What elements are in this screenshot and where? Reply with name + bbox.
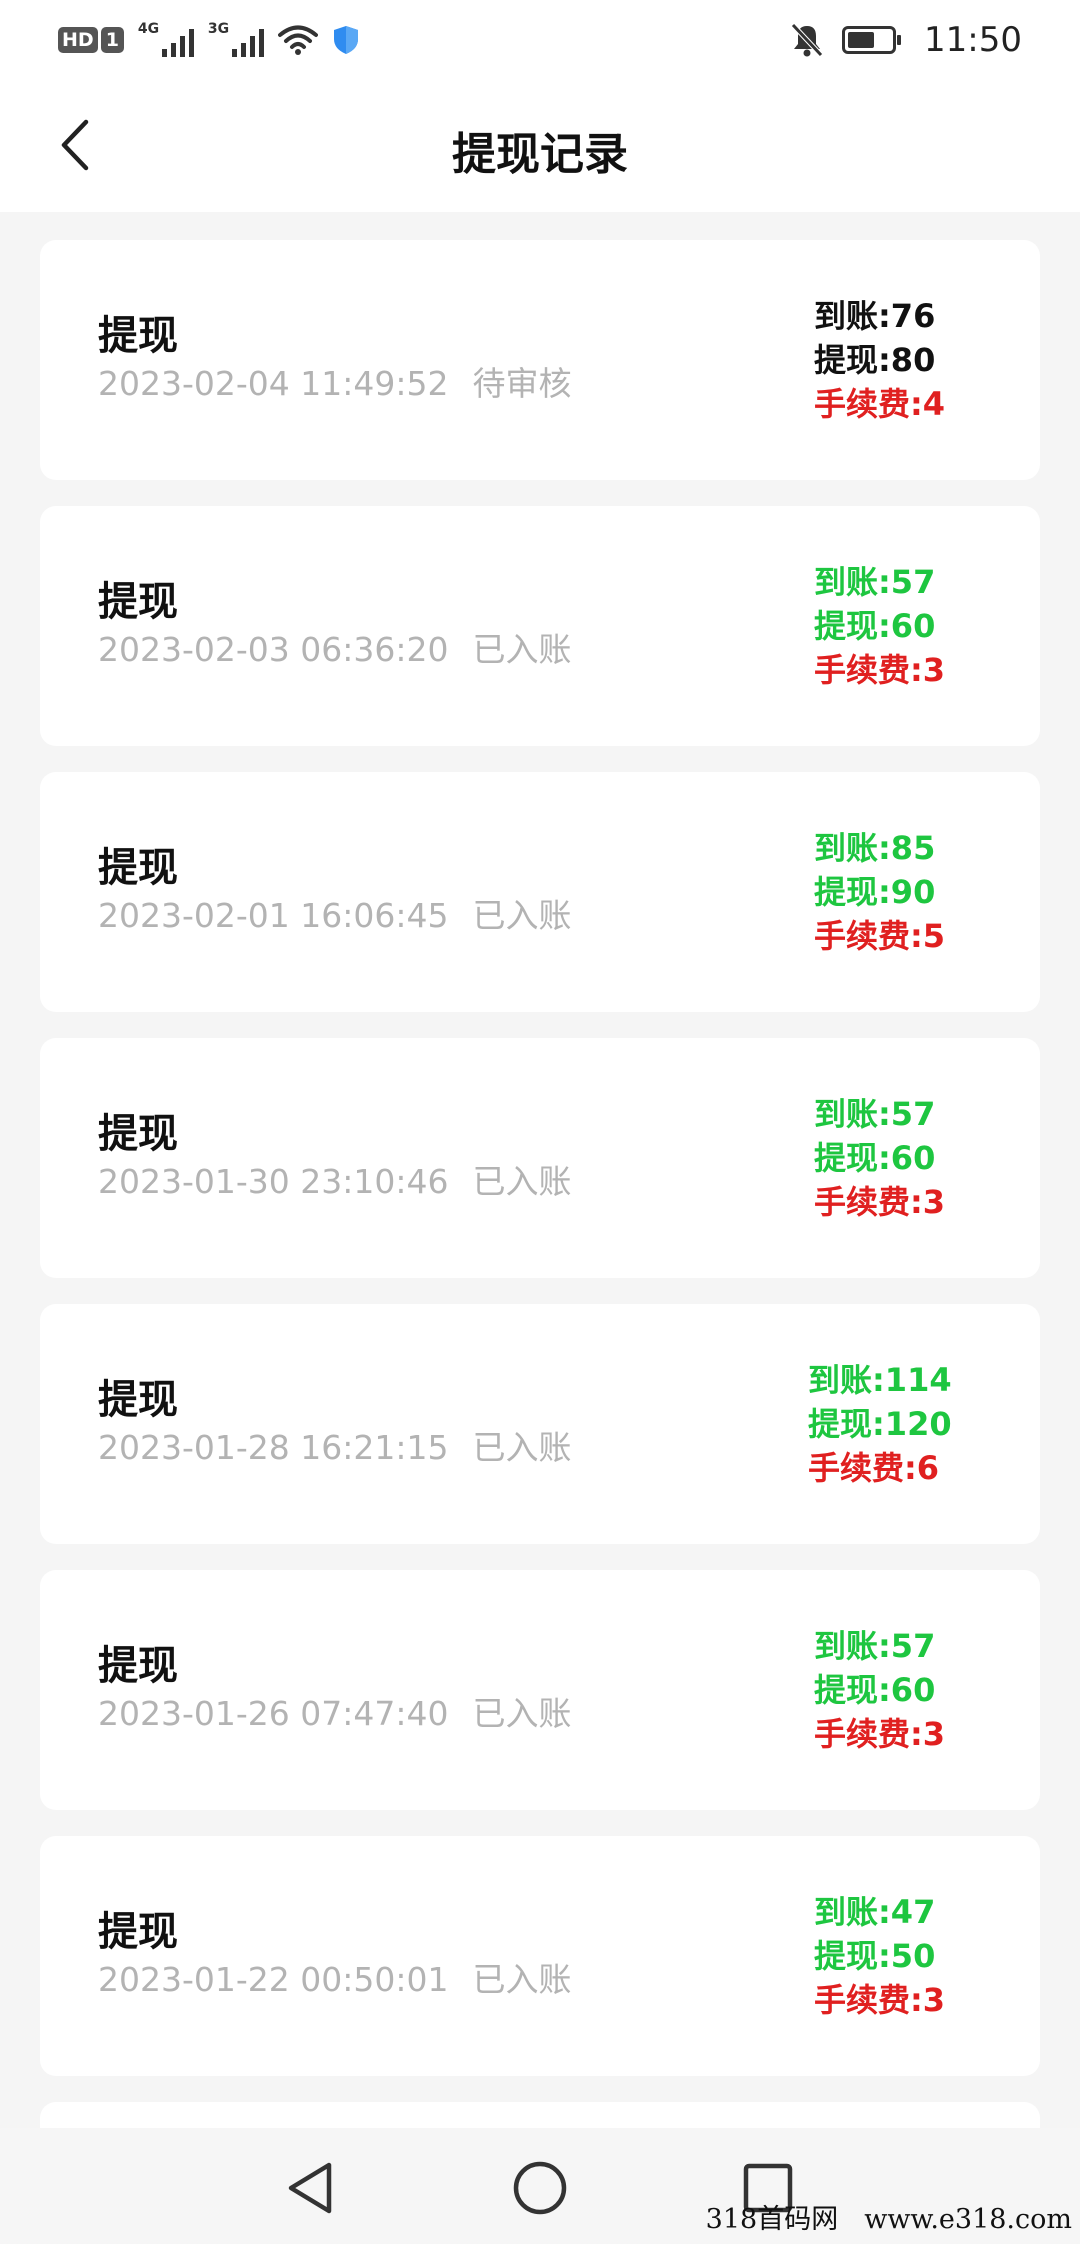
received-amount: 到账:57 [814,563,936,601]
record-datetime: 2023-01-22 00:50:01 [98,1960,449,1999]
signal-3g-icon: 3G [207,21,264,57]
fee-amount: 手续费:6 [808,1449,940,1487]
status-time: 11:50 [924,20,1022,60]
record-type: 提现 [98,579,178,625]
record-datetime: 2023-02-01 16:06:45 [98,896,449,935]
status-bar: HD 1 4G 3G 11:50 [0,0,1080,80]
withdrawn-amount: 提现:60 [814,1671,936,1709]
record-datetime: 2023-01-28 16:21:15 [98,1428,449,1467]
record-type: 提现 [98,1377,178,1423]
withdrawn-amount: 提现:50 [814,1937,936,1975]
page-title: 提现记录 [452,129,628,180]
record-card[interactable]: 提现 2023-02-03 06:36:20 已入账 到账:57 提现:60 手续… [40,506,1040,746]
record-status: 已入账 [472,1960,572,1999]
received-amount: 到账:85 [814,829,936,867]
record-type: 提现 [98,1643,178,1689]
received-amount: 到账:114 [808,1361,952,1399]
watermark-right: www.e318.com [864,2204,1072,2235]
network-label-4g: 4G [137,21,160,37]
received-amount: 到账:57 [814,1095,936,1133]
record-datetime: 2023-01-30 23:10:46 [98,1162,449,1201]
record-card-partial[interactable] [40,2102,1040,2128]
sim-label: 1 [100,27,124,53]
triangle-back-icon [288,2162,332,2214]
record-card[interactable]: 提现 2023-01-28 16:21:15 已入账 到账:114 提现:120 … [40,1304,1040,1544]
received-amount: 到账:47 [814,1893,936,1931]
record-status: 已入账 [472,1694,572,1733]
withdrawn-amount: 提现:90 [814,873,936,911]
withdrawal-record-list[interactable]: 提现 2023-02-04 11:49:52 待审核 到账:76 提现:80 手续… [40,240,1040,2128]
record-card[interactable]: 提现 2023-01-22 00:50:01 已入账 到账:47 提现:50 手续… [40,1836,1040,2076]
record-amounts: 到账:57 提现:60 手续费:3 [814,560,945,692]
record-status: 已入账 [472,630,572,669]
withdrawn-amount: 提现:60 [814,607,936,645]
record-status: 待审核 [472,364,572,403]
record-status: 已入账 [472,1428,572,1467]
bell-muted-icon [791,23,823,57]
received-amount: 到账:76 [814,297,936,335]
record-card[interactable]: 提现 2023-02-01 16:06:45 已入账 到账:85 提现:90 手续… [40,772,1040,1012]
record-amounts: 到账:114 提现:120 手续费:6 [808,1358,952,1490]
record-datetime: 2023-02-04 11:49:52 [98,364,449,403]
network-label-3g: 3G [207,21,230,37]
record-status: 已入账 [472,896,572,935]
record-status: 已入账 [472,1162,572,1201]
status-right-group: 11:50 [790,16,1022,64]
withdrawn-amount: 提现:80 [814,341,936,379]
record-type: 提现 [98,313,178,359]
fee-amount: 手续费:3 [814,651,946,689]
fee-amount: 手续费:3 [814,1981,946,2019]
status-left-group: HD 1 4G 3G [58,20,360,60]
record-datetime: 2023-01-26 07:47:40 [98,1694,449,1733]
withdrawn-amount: 提现:120 [808,1405,952,1443]
record-amounts: 到账:76 提现:80 手续费:4 [814,294,945,426]
shield-icon [333,26,358,54]
record-datetime: 2023-02-03 06:36:20 [98,630,449,669]
app-header: 提现记录 [0,80,1080,212]
record-amounts: 到账:85 提现:90 手续费:5 [814,826,945,958]
record-amounts: 到账:57 提现:60 手续费:3 [814,1624,945,1756]
circle-home-icon [513,2161,567,2215]
hd-badge: HD 1 [58,27,124,53]
system-nav-bar: 318首码网 www.e318.com [0,2128,1080,2244]
record-type: 提现 [98,845,178,891]
nav-back-button[interactable] [280,2158,340,2218]
fee-amount: 手续费:5 [814,917,946,955]
wifi-icon [277,25,318,55]
withdrawn-amount: 提现:60 [814,1139,936,1177]
fee-amount: 手续费:4 [814,385,946,423]
record-card[interactable]: 提现 2023-01-30 23:10:46 已入账 到账:57 提现:60 手续… [40,1038,1040,1278]
fee-amount: 手续费:3 [814,1715,946,1753]
hd-label: HD [58,27,98,53]
record-amounts: 到账:57 提现:60 手续费:3 [814,1092,945,1224]
record-card[interactable]: 提现 2023-01-26 07:47:40 已入账 到账:57 提现:60 手续… [40,1570,1040,1810]
battery-icon [842,26,902,54]
record-amounts: 到账:47 提现:50 手续费:3 [814,1890,945,2022]
nav-home-button[interactable] [510,2158,570,2218]
signal-4g-icon: 4G [137,21,194,57]
record-type: 提现 [98,1909,178,1955]
record-type: 提现 [98,1111,178,1157]
fee-amount: 手续费:3 [814,1183,946,1221]
received-amount: 到账:57 [814,1627,936,1665]
record-card[interactable]: 提现 2023-02-04 11:49:52 待审核 到账:76 提现:80 手续… [40,240,1040,480]
watermark: 318首码网 www.e318.com [706,2197,1072,2236]
watermark-left: 318首码网 [705,2204,839,2235]
